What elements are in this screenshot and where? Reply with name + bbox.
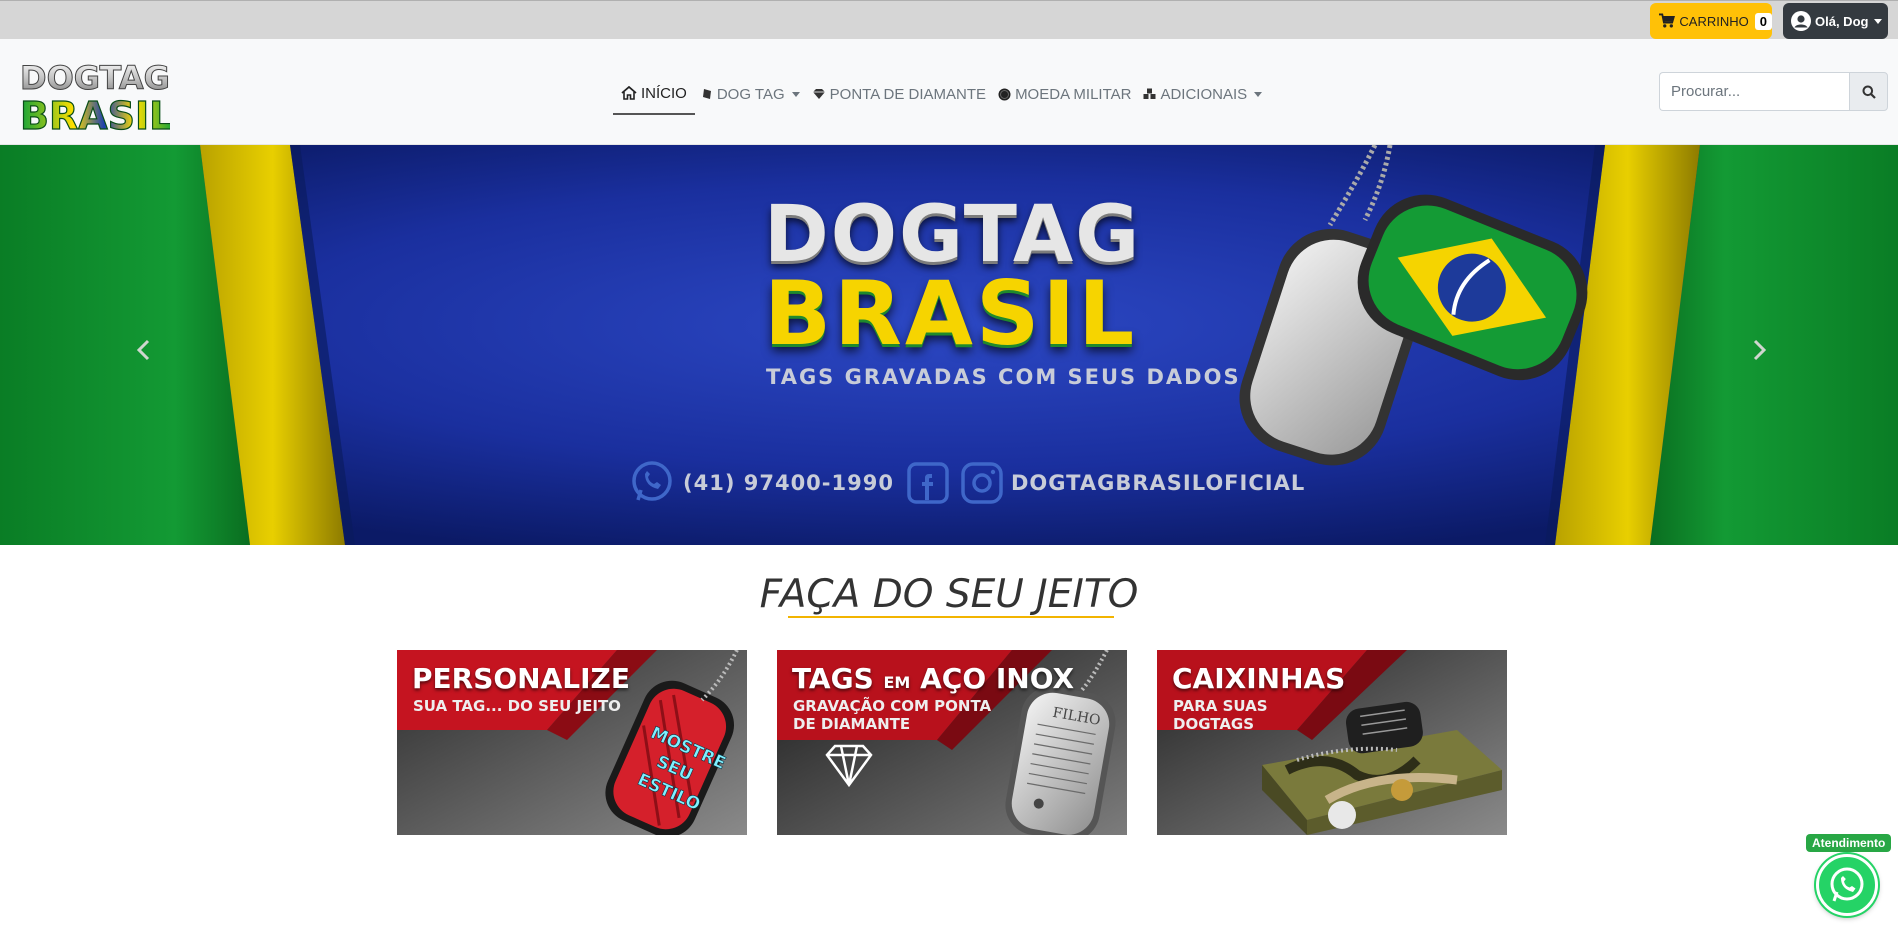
nav-inicio[interactable]: INÍCIO bbox=[613, 73, 695, 115]
cart-icon bbox=[1659, 13, 1675, 28]
card-tags-subtitle: GRAVAÇÃO COM PONTA DE DIAMANTE bbox=[793, 697, 992, 733]
card-tags-title-rest: AÇO INOX bbox=[920, 662, 1075, 695]
nav-ponta-de-diamante[interactable]: PONTA DE DIAMANTE bbox=[806, 73, 992, 115]
whatsapp-support-button[interactable] bbox=[1816, 854, 1878, 916]
hero-tagline: TAGS GRAVADAS COM SEUS DADOS bbox=[766, 365, 1241, 389]
search-icon bbox=[1862, 85, 1876, 99]
hero-title-line2: BRASIL bbox=[764, 262, 1138, 365]
svg-text:BRASIL: BRASIL bbox=[20, 94, 170, 135]
search-button[interactable] bbox=[1849, 72, 1888, 111]
nav-moeda-militar[interactable]: MOEDA MILITAR bbox=[992, 73, 1137, 115]
nav-adicionais-label: ADICIONAIS bbox=[1160, 85, 1248, 103]
dogtag-brasil-logo[interactable]: DOGTAG BRASIL bbox=[18, 55, 170, 136]
search-form bbox=[1659, 72, 1888, 111]
primary-nav: INÍCIO DOG TAG PONTA DE DIAMANTE MOEDA M… bbox=[613, 69, 1268, 119]
instagram-icon bbox=[961, 462, 1003, 504]
chevron-down-icon bbox=[1254, 91, 1263, 97]
card-personalize-title: PERSONALIZE bbox=[412, 662, 630, 695]
whatsapp-support-label[interactable]: Atendimento bbox=[1806, 834, 1892, 852]
card-tags-title-small: EM bbox=[883, 673, 911, 692]
svg-text:DOGTAG: DOGTAG bbox=[20, 59, 170, 97]
home-icon bbox=[621, 86, 637, 100]
carousel-next-button[interactable] bbox=[1740, 335, 1780, 365]
card-tags-title-main: TAGS bbox=[792, 662, 874, 695]
user-menu-button[interactable]: Olá, Dog bbox=[1783, 3, 1888, 39]
section-title-underline bbox=[788, 616, 1114, 618]
card-tags-aco-inox[interactable]: FILHO TAGS EM AÇO INOX GRAVAÇÃO COM PONT… bbox=[777, 650, 1127, 835]
cart-count-badge: 0 bbox=[1754, 12, 1772, 30]
whatsapp-icon bbox=[632, 461, 672, 501]
card-caixinhas-subtitle: PARA SUAS DOGTAGS bbox=[1173, 697, 1268, 733]
nav-dogtag[interactable]: DOG TAG bbox=[695, 73, 806, 115]
whatsapp-icon bbox=[1830, 867, 1864, 902]
card-caixinhas-title: CAIXINHAS bbox=[1172, 662, 1346, 695]
cubes-icon bbox=[1143, 88, 1156, 99]
cart-button[interactable]: CARRINHO 0 bbox=[1650, 3, 1772, 39]
section-title: FAÇA DO SEU JEITO bbox=[759, 572, 1139, 617]
carousel-prev-button[interactable] bbox=[123, 335, 163, 365]
chevron-right-icon bbox=[1753, 339, 1767, 361]
hero-phone: (41) 97400-1990 bbox=[683, 471, 894, 495]
card-personalize[interactable]: MOSTRE SEU ESTILO PERSONALIZE SUA TAG...… bbox=[397, 650, 747, 835]
cart-label: CARRINHO bbox=[1679, 13, 1749, 29]
nav-adicionais[interactable]: ADICIONAIS bbox=[1137, 73, 1268, 115]
dogtag-icon bbox=[702, 89, 711, 99]
main-navbar: DOGTAG BRASIL INÍCIO DOG TAG PONTA DE DI… bbox=[0, 39, 1898, 145]
user-greeting: Olá, Dog bbox=[1815, 13, 1869, 29]
nav-inicio-label: INÍCIO bbox=[641, 84, 687, 102]
coin-icon bbox=[998, 88, 1011, 100]
nav-ponta-label: PONTA DE DIAMANTE bbox=[829, 85, 987, 103]
nav-moeda-label: MOEDA MILITAR bbox=[1015, 85, 1132, 103]
chevron-left-icon bbox=[136, 339, 150, 361]
user-circle-icon bbox=[1791, 11, 1811, 31]
top-bar: CARRINHO 0 Olá, Dog bbox=[0, 0, 1898, 39]
hero-social-handle: DOGTAGBRASILOFICIAL bbox=[1011, 471, 1306, 495]
chevron-down-icon bbox=[791, 91, 800, 97]
card-tags-title: TAGS EM AÇO INOX bbox=[792, 662, 1074, 695]
nav-dogtag-label: DOG TAG bbox=[716, 85, 785, 103]
chevron-down-icon bbox=[1874, 18, 1883, 24]
card-personalize-subtitle: SUA TAG... DO SEU JEITO bbox=[413, 697, 621, 715]
card-caixinhas[interactable]: CAIXINHAS PARA SUAS DOGTAGS bbox=[1157, 650, 1507, 835]
facebook-icon bbox=[907, 462, 949, 504]
diamond-icon bbox=[812, 89, 825, 99]
search-input[interactable] bbox=[1659, 72, 1849, 111]
